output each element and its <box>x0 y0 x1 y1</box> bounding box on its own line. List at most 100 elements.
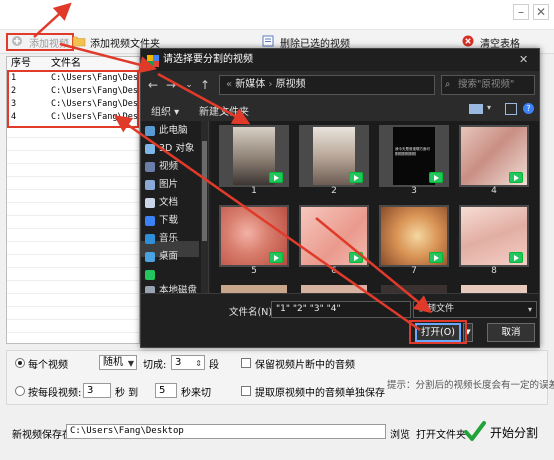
nav-item-downloads[interactable]: 下载 <box>145 213 178 229</box>
from-seconds-input[interactable]: 3 <box>83 383 111 398</box>
view-dropdown-icon[interactable]: ▾ <box>487 103 491 112</box>
nav-item-label: 图片 <box>159 179 179 190</box>
stepper-icon: ⇕ <box>195 359 202 368</box>
video-thumbnail-partial[interactable] <box>381 285 447 293</box>
video-thumbnail-partial[interactable] <box>461 285 527 293</box>
cancel-button[interactable]: 取消 <box>487 323 535 342</box>
grid-line <box>7 332 139 333</box>
dialog-close-icon[interactable]: ✕ <box>519 49 528 71</box>
to-seconds-input[interactable]: 5 <box>155 383 177 398</box>
clear-icon <box>462 35 476 49</box>
nav-item-app[interactable] <box>145 267 159 283</box>
sec-cut-label: 秒来切 <box>181 388 211 399</box>
filename-input[interactable]: "1" "2" "3" "4" <box>271 301 411 318</box>
nav-item-videos[interactable]: 视频 <box>145 159 178 175</box>
dialog-footer: 文件名(N): "1" "2" "3" "4" 视频文件 ▾ 打开(O) ▼ 取… <box>141 293 539 347</box>
video-thumbnail[interactable]: 5 <box>219 205 289 277</box>
up-arrow-icon[interactable]: ↑ <box>197 77 213 93</box>
column-header-filename: 文件名 <box>51 58 81 69</box>
video-icon <box>145 162 155 172</box>
grid-line <box>7 319 139 320</box>
by-segment-radio[interactable] <box>15 386 25 396</box>
nav-item-pictures[interactable]: 图片 <box>145 177 178 193</box>
play-badge-icon <box>429 172 443 183</box>
picture-icon <box>145 180 155 190</box>
browse-button[interactable]: 浏览 <box>390 426 410 441</box>
per-video-radio[interactable] <box>15 358 25 368</box>
per-video-label: 每个视频 <box>28 360 68 371</box>
video-thumbnail-partial[interactable] <box>301 285 367 293</box>
preview-pane-icon[interactable] <box>505 103 517 115</box>
start-split-label: 开始分割 <box>490 425 539 440</box>
filetype-select[interactable]: 视频文件 ▾ <box>413 301 537 318</box>
back-arrow-icon[interactable]: ← <box>145 77 161 93</box>
dialog-search-input[interactable]: ⌕ 搜索"原视频" <box>441 75 535 95</box>
add-video-button[interactable]: 添加视频 <box>6 33 74 51</box>
play-badge-icon <box>509 172 523 183</box>
hint-text: 提示：分割后的视频长度会有一定的误差。 <box>387 380 554 391</box>
save-path-input[interactable]: C:\Users\Fang\Desktop <box>66 424 386 439</box>
video-thumbnail[interactable]: 我今天是谁谁哪方面可 刚刚刚刚刚刚 3 <box>379 125 449 197</box>
close-button[interactable]: ✕ <box>533 4 549 20</box>
search-placeholder: 搜索"原视频" <box>458 79 515 90</box>
dialog-command-bar: 组织 ▾ 新建文件夹 ▾ ? <box>141 99 539 121</box>
app-titlebar: – ✕ <box>0 0 554 30</box>
segments-unit: 段 <box>209 360 219 371</box>
video-thumbnail[interactable]: 8 <box>459 205 529 277</box>
nav-item-documents[interactable]: 文档 <box>145 195 178 211</box>
video-thumbnail[interactable]: 2 <box>299 125 369 197</box>
thumbnail-number: 3 <box>411 186 417 196</box>
keep-audio-label: 保留视频片断中的音频 <box>255 360 355 371</box>
column-header-index: 序号 <box>11 58 31 69</box>
filename-label: 文件名(N): <box>229 307 276 318</box>
dialog-nav-pane: 此电脑 3D 对象 视频 图片 文档 下载 音乐 桌面 本地磁盘 <box>141 121 209 296</box>
grid-line <box>7 267 139 268</box>
mode-select[interactable]: 随机 ▼ <box>99 355 137 370</box>
nav-item-desktop[interactable]: 桌面 <box>145 249 178 265</box>
grid-line <box>7 176 139 177</box>
grid-line <box>7 163 139 164</box>
thumbnail-grid: 1 2 我今天是谁谁哪方面可 刚刚刚刚刚刚 3 4 5 6 7 8 <box>211 121 539 293</box>
grid-line <box>7 189 139 190</box>
recent-dropdown-icon[interactable]: ⌄ <box>181 77 197 93</box>
video-thumbnail[interactable]: 6 <box>299 205 369 277</box>
organize-button[interactable]: 组织 ▾ <box>151 103 179 118</box>
extract-audio-checkbox[interactable] <box>241 386 251 396</box>
file-table[interactable]: 序号 文件名 1 C:\Users\Fang\Desktop 2 C:\User… <box>6 56 140 344</box>
grid-line <box>7 150 139 151</box>
grid-line <box>7 280 139 281</box>
view-options-icon[interactable] <box>469 104 483 114</box>
split-options-panel: 每个视频 随机 ▼ 切成: 3 ⇕ 段 按每段视频: 3 秒 到 5 秒来切 保… <box>6 350 554 405</box>
thumbnail-number: 1 <box>251 186 257 196</box>
folder-icon <box>72 35 86 49</box>
nav-item-3d-objects[interactable]: 3D 对象 <box>145 141 194 157</box>
nav-scrollbar-thumb[interactable] <box>202 141 207 241</box>
play-badge-icon <box>349 172 363 183</box>
video-thumbnail[interactable]: 7 <box>379 205 449 277</box>
nav-item-this-pc[interactable]: 此电脑 <box>145 123 188 139</box>
minimize-button[interactable]: – <box>513 4 529 20</box>
save-row: 新视频保存在: C:\Users\Fang\Desktop 浏览 打开文件夹 开… <box>6 412 548 452</box>
grid-line <box>7 293 139 294</box>
thumbnail-number: 6 <box>331 266 337 276</box>
grid-line <box>7 202 139 203</box>
keep-audio-checkbox[interactable] <box>241 358 251 368</box>
breadcrumb-item[interactable]: 原视频 <box>276 79 306 90</box>
dialog-titlebar: 请选择要分割的视频 ✕ <box>141 49 539 71</box>
forward-arrow-icon[interactable]: → <box>163 77 179 93</box>
grid-line <box>7 137 139 138</box>
help-icon[interactable]: ? <box>523 103 534 114</box>
nav-item-music[interactable]: 音乐 <box>145 231 178 247</box>
video-thumbnail[interactable]: 1 <box>219 125 289 197</box>
video-thumbnail[interactable]: 4 <box>459 125 529 197</box>
nav-item-label: 桌面 <box>159 251 179 262</box>
breadcrumb-item[interactable]: 新媒体 <box>235 79 265 90</box>
video-thumbnail-partial[interactable] <box>221 285 287 293</box>
open-folder-button[interactable]: 打开文件夹 <box>416 426 466 441</box>
start-split-button[interactable]: 开始分割 <box>464 416 548 448</box>
cube-icon <box>145 144 155 154</box>
breadcrumb-overflow-icon: « <box>226 79 236 90</box>
segments-stepper[interactable]: 3 ⇕ <box>171 355 205 370</box>
new-folder-button[interactable]: 新建文件夹 <box>199 103 249 118</box>
breadcrumb[interactable]: « 新媒体 › 原视频 <box>219 75 435 95</box>
